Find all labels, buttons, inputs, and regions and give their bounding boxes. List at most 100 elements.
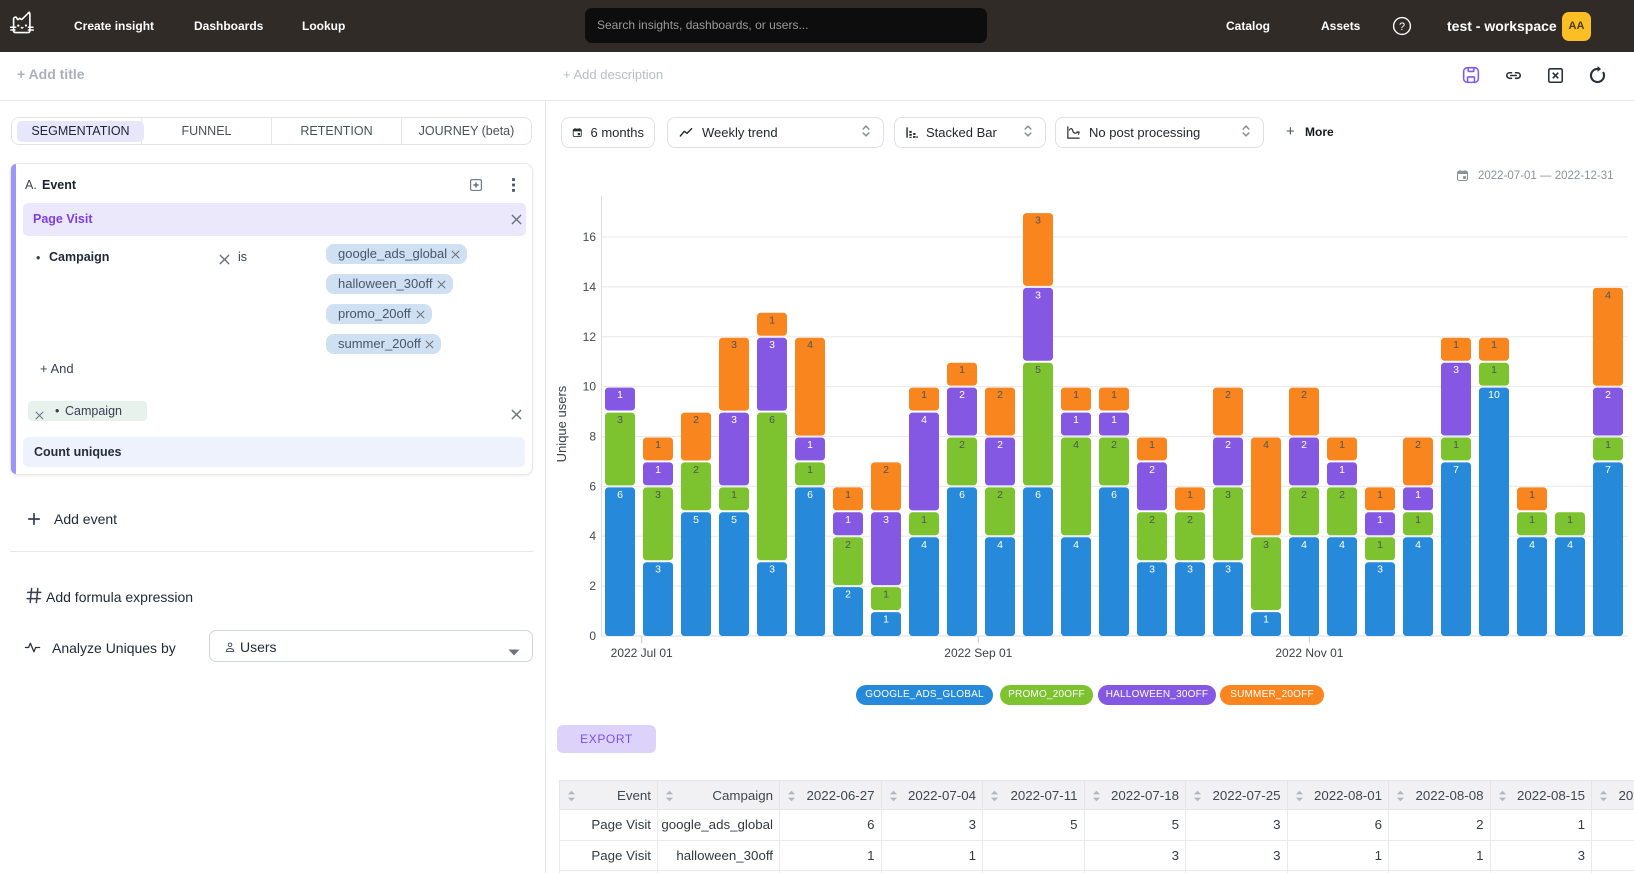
svg-text:2: 2 [959, 439, 965, 451]
svg-text:3: 3 [1225, 564, 1231, 576]
svg-text:4: 4 [1073, 539, 1079, 551]
svg-text:10: 10 [583, 380, 597, 394]
svg-text:5: 5 [693, 514, 699, 526]
svg-text:3: 3 [1263, 539, 1269, 551]
svg-text:1: 1 [959, 364, 965, 376]
svg-text:4: 4 [1415, 539, 1421, 551]
svg-text:4: 4 [921, 539, 927, 551]
svg-text:2022 Sep 01: 2022 Sep 01 [944, 646, 1012, 660]
svg-text:1: 1 [655, 439, 661, 451]
svg-text:12: 12 [583, 330, 597, 344]
svg-text:1: 1 [1339, 439, 1345, 451]
svg-text:4: 4 [807, 339, 813, 351]
svg-text:1: 1 [1073, 414, 1079, 426]
svg-text:4: 4 [921, 414, 927, 426]
svg-text:2: 2 [1301, 489, 1307, 501]
svg-text:6: 6 [959, 489, 965, 501]
svg-text:1: 1 [1377, 539, 1383, 551]
svg-text:2: 2 [997, 489, 1003, 501]
svg-text:Unique users: Unique users [554, 385, 569, 462]
svg-text:1: 1 [921, 514, 927, 526]
svg-text:1: 1 [1149, 439, 1155, 451]
svg-text:2: 2 [1415, 439, 1421, 451]
svg-text:0: 0 [589, 629, 596, 643]
svg-text:4: 4 [1339, 539, 1345, 551]
svg-text:2: 2 [1339, 489, 1345, 501]
svg-text:2: 2 [845, 589, 851, 601]
svg-text:4: 4 [1529, 539, 1535, 551]
svg-text:1: 1 [1377, 514, 1383, 526]
svg-text:4: 4 [1263, 439, 1269, 451]
svg-text:1: 1 [1491, 339, 1497, 351]
svg-text:1: 1 [1415, 489, 1421, 501]
svg-text:1: 1 [617, 389, 623, 401]
svg-text:2: 2 [1187, 514, 1193, 526]
svg-text:1: 1 [1263, 614, 1269, 626]
svg-text:1: 1 [1073, 389, 1079, 401]
svg-text:1: 1 [1567, 514, 1573, 526]
svg-text:3: 3 [655, 564, 661, 576]
svg-text:4: 4 [1301, 539, 1307, 551]
svg-text:2: 2 [589, 579, 596, 593]
svg-text:1: 1 [769, 314, 775, 326]
svg-text:2022 Jul 01: 2022 Jul 01 [611, 646, 673, 660]
svg-text:1: 1 [921, 389, 927, 401]
svg-text:3: 3 [1225, 489, 1231, 501]
svg-text:3: 3 [1035, 289, 1041, 301]
svg-text:2: 2 [845, 539, 851, 551]
svg-text:2022 Nov 01: 2022 Nov 01 [1275, 646, 1343, 660]
svg-text:1: 1 [1187, 489, 1193, 501]
svg-text:4: 4 [1605, 289, 1611, 301]
svg-text:1: 1 [1605, 439, 1611, 451]
svg-text:1: 1 [1529, 514, 1535, 526]
svg-text:1: 1 [1415, 514, 1421, 526]
svg-text:16: 16 [583, 230, 597, 244]
svg-text:3: 3 [731, 414, 737, 426]
svg-text:3: 3 [1149, 564, 1155, 576]
svg-text:1: 1 [883, 614, 889, 626]
svg-text:6: 6 [589, 479, 596, 493]
svg-text:1: 1 [845, 489, 851, 501]
svg-text:3: 3 [1377, 564, 1383, 576]
svg-text:1: 1 [1339, 464, 1345, 476]
svg-text:1: 1 [807, 439, 813, 451]
svg-text:4: 4 [1567, 539, 1573, 551]
svg-text:3: 3 [655, 489, 661, 501]
svg-text:2: 2 [1149, 464, 1155, 476]
svg-text:2: 2 [1301, 439, 1307, 451]
svg-text:2: 2 [883, 464, 889, 476]
svg-text:1: 1 [731, 489, 737, 501]
svg-text:1: 1 [1529, 489, 1535, 501]
svg-text:4: 4 [589, 529, 596, 543]
svg-text:2: 2 [959, 389, 965, 401]
svg-text:3: 3 [1035, 215, 1041, 227]
svg-text:8: 8 [589, 430, 596, 444]
svg-text:6: 6 [769, 414, 775, 426]
svg-text:1: 1 [1453, 339, 1459, 351]
svg-text:2: 2 [1225, 389, 1231, 401]
svg-text:3: 3 [769, 339, 775, 351]
svg-text:2: 2 [1225, 439, 1231, 451]
svg-text:1: 1 [1111, 389, 1117, 401]
svg-text:6: 6 [807, 489, 813, 501]
svg-text:3: 3 [883, 514, 889, 526]
svg-text:6: 6 [1035, 489, 1041, 501]
svg-text:6: 6 [617, 489, 623, 501]
svg-text:2: 2 [1149, 514, 1155, 526]
svg-text:?: ? [1399, 21, 1405, 33]
svg-text:1: 1 [1377, 489, 1383, 501]
svg-text:3: 3 [769, 564, 775, 576]
svg-text:1: 1 [807, 464, 813, 476]
svg-text:3: 3 [617, 414, 623, 426]
svg-text:2: 2 [1111, 439, 1117, 451]
svg-text:10: 10 [1488, 389, 1500, 401]
svg-text:1: 1 [655, 464, 661, 476]
svg-text:2: 2 [1301, 389, 1307, 401]
svg-text:2: 2 [693, 464, 699, 476]
svg-text:1: 1 [845, 514, 851, 526]
svg-text:3: 3 [1187, 564, 1193, 576]
svg-text:2: 2 [693, 414, 699, 426]
svg-text:1: 1 [1111, 414, 1117, 426]
svg-text:5: 5 [731, 514, 737, 526]
svg-text:14: 14 [583, 280, 597, 294]
